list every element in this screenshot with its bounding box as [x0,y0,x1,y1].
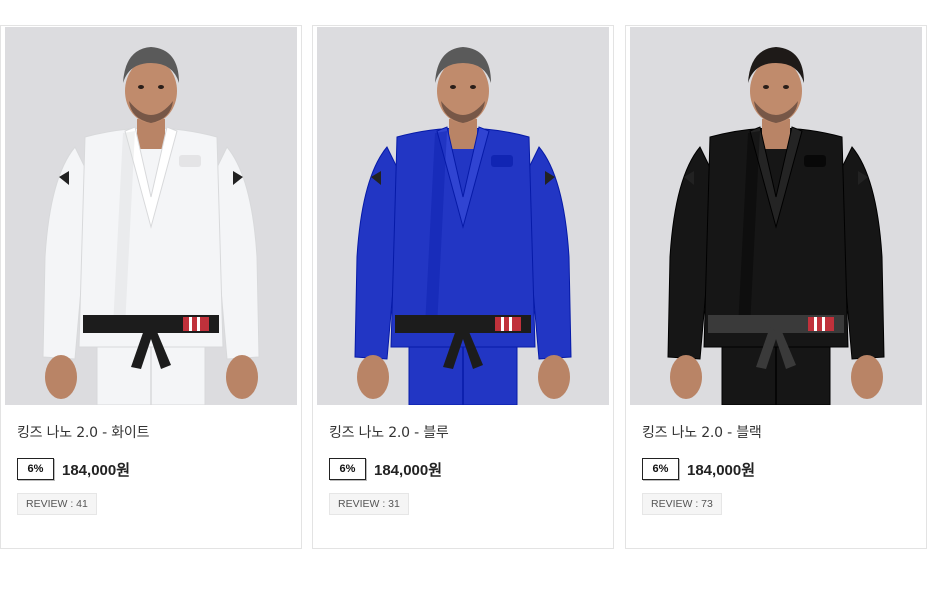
gi-illustration [630,27,922,405]
review-count-badge: REVIEW : 73 [642,493,722,515]
product-price: 184,000원 [687,461,756,479]
discount-badge: 6% [329,458,366,480]
product-price: 184,000원 [62,461,131,479]
product-name[interactable]: 킹즈 나노 2.0 - 블랙 [642,422,762,442]
product-name[interactable]: 킹즈 나노 2.0 - 화이트 [17,422,149,442]
discount-badge: 6% [17,458,54,480]
product-name[interactable]: 킹즈 나노 2.0 - 블루 [329,422,449,442]
price-row: 6% 184,000원 [17,458,130,480]
product-card[interactable]: 킹즈 나노 2.0 - 화이트 6% 184,000원 REVIEW : 41 [0,25,302,549]
product-card[interactable]: 킹즈 나노 2.0 - 블랙 6% 184,000원 REVIEW : 73 [625,25,927,549]
price-row: 6% 184,000원 [329,458,442,480]
product-price: 184,000원 [374,461,443,479]
product-image[interactable] [5,27,297,405]
review-count-badge: REVIEW : 31 [329,493,409,515]
gi-illustration [5,27,297,405]
product-grid: 킹즈 나노 2.0 - 화이트 6% 184,000원 REVIEW : 41 … [0,25,933,549]
product-image[interactable] [630,27,922,405]
product-card[interactable]: 킹즈 나노 2.0 - 블루 6% 184,000원 REVIEW : 31 [312,25,614,549]
gi-illustration [317,27,609,405]
review-count-badge: REVIEW : 41 [17,493,97,515]
product-image[interactable] [317,27,609,405]
discount-badge: 6% [642,458,679,480]
price-row: 6% 184,000원 [642,458,755,480]
